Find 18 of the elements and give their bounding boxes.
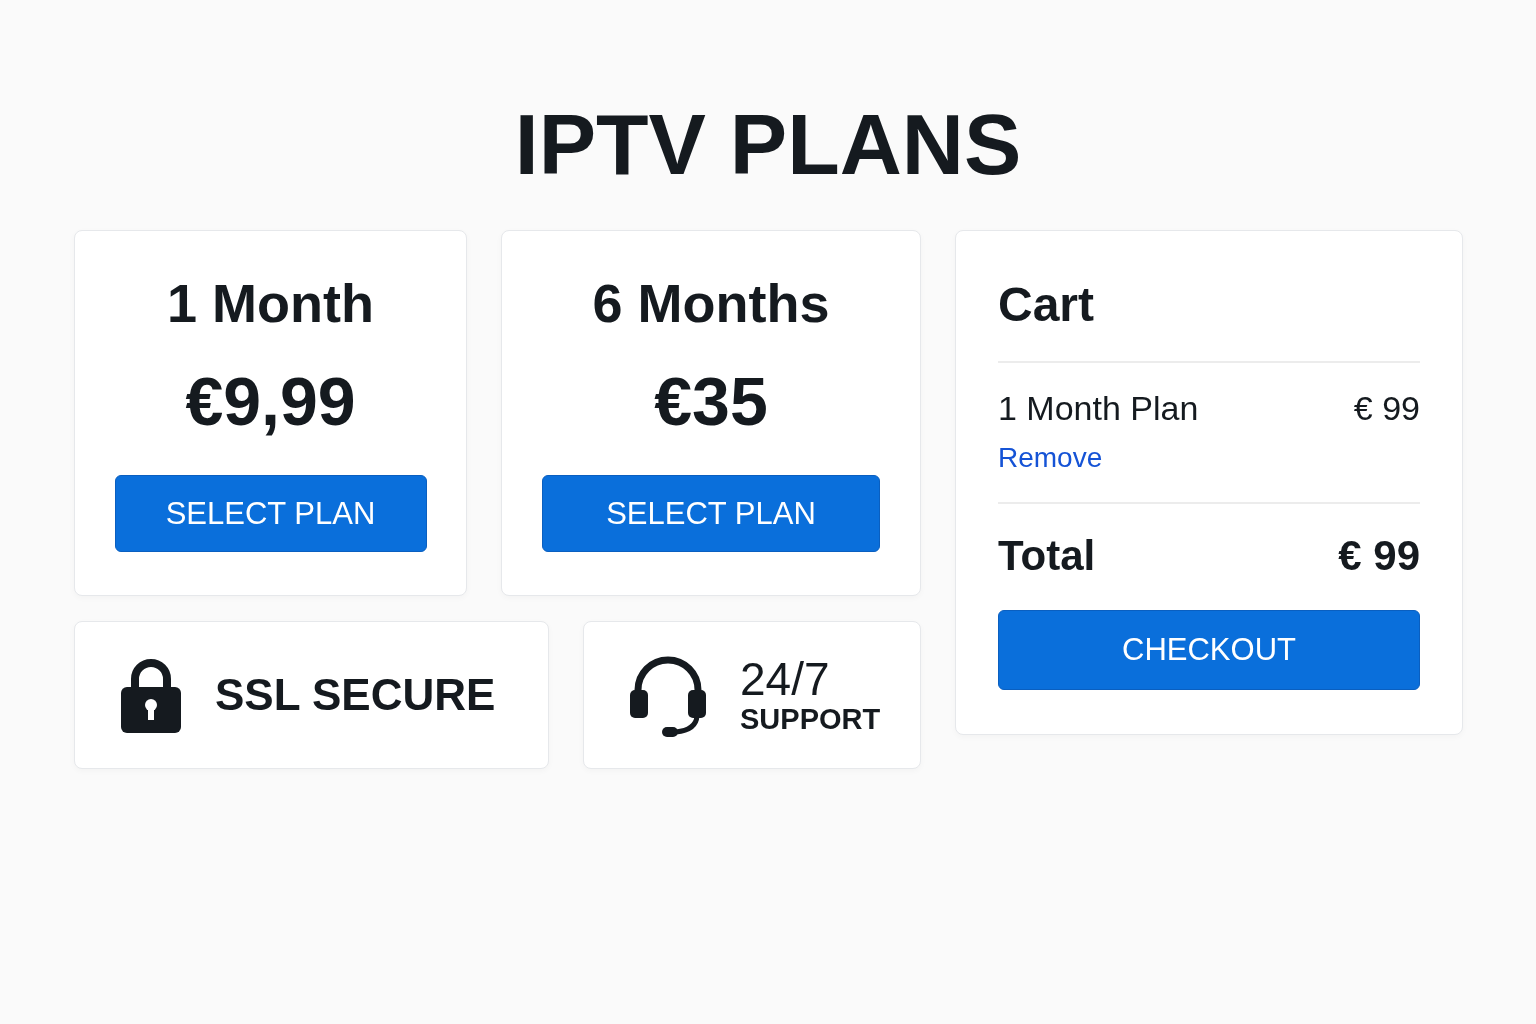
page-title: IPTV PLANS	[513, 95, 1023, 192]
plan-name: 1 Month	[167, 272, 374, 335]
total-price: € 99	[1338, 532, 1420, 580]
item-price: € 99	[1353, 389, 1420, 428]
total-label: Total	[998, 532, 1096, 580]
plan-price: €9,99	[185, 362, 356, 441]
cart-title: Cart	[998, 275, 1420, 363]
feature-label: SSL SECURE	[215, 670, 496, 720]
feature-sublabel: SUPPORT	[740, 703, 881, 735]
remove-link[interactable]: Remove	[998, 442, 1103, 474]
select-plan-button[interactable]: SELECT PLAN	[542, 475, 880, 552]
plan-name: 6 Months	[592, 272, 830, 335]
padlock-icon	[121, 657, 181, 733]
select-plan-button[interactable]: SELECT PLAN	[114, 475, 427, 552]
item-name: 1 Month Plan	[998, 389, 1199, 428]
feature-label: 24/7	[740, 655, 831, 703]
plan-price: €35	[654, 362, 768, 441]
checkout-button[interactable]: CHECKOUT	[998, 610, 1420, 690]
